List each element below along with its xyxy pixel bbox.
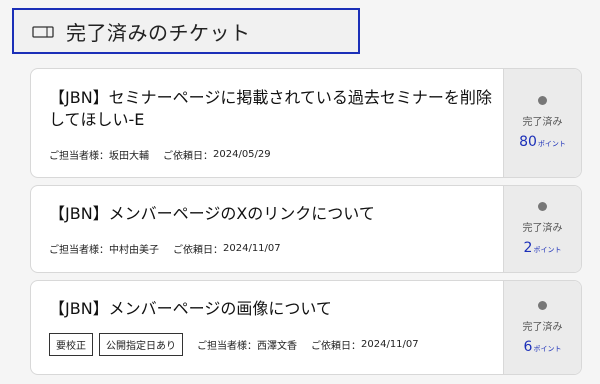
request-date: 2024/11/07 bbox=[223, 243, 281, 254]
ticket-icon bbox=[32, 24, 54, 38]
points-value: 2 bbox=[523, 240, 533, 256]
points-unit: ポイント bbox=[533, 246, 562, 254]
points: 6 ポイント bbox=[524, 339, 562, 355]
request-date-label: ご依頼日： bbox=[311, 341, 361, 352]
assignee-name: 西澤文香 bbox=[257, 341, 297, 352]
points-value: 80 bbox=[519, 134, 537, 150]
assignee-label: ご担当者様： bbox=[49, 245, 109, 256]
assignee-label: ご担当者様： bbox=[49, 151, 109, 162]
assignee-label: ご担当者様： bbox=[197, 341, 257, 352]
assignee-name: 坂田大輔 bbox=[109, 151, 149, 162]
ticket-card[interactable]: 【JBN】メンバーページのXのリンクについて ご担当者様： 中村由美子 ご依頼日… bbox=[30, 185, 582, 273]
ticket-card[interactable]: 【JBN】セミナーページに掲載されている過去セミナーを削除してほしい-E ご担当… bbox=[30, 68, 582, 178]
ticket-main[interactable]: 【JBN】メンバーページの画像について 要校正 公開指定日あり ご担当者様： 西… bbox=[31, 281, 505, 374]
ticket-meta: 要校正 公開指定日あり ご担当者様： 西澤文香 ご依頼日： 2024/11/07 bbox=[49, 333, 419, 356]
ticket-card[interactable]: 【JBN】メンバーページの画像について 要校正 公開指定日あり ご担当者様： 西… bbox=[30, 280, 582, 375]
page-title: 完了済みのチケット bbox=[66, 20, 251, 45]
ticket-meta: ご担当者様： 中村由美子 ご依頼日： 2024/11/07 bbox=[49, 241, 281, 256]
request-date: 2024/11/07 bbox=[361, 339, 419, 350]
request-date: 2024/05/29 bbox=[213, 149, 271, 160]
status-label: 完了済み bbox=[522, 223, 563, 234]
ticket-main[interactable]: 【JBN】メンバーページのXのリンクについて ご担当者様： 中村由美子 ご依頼日… bbox=[31, 186, 505, 272]
request-date-label: ご依頼日： bbox=[173, 245, 223, 256]
points-unit: ポイント bbox=[533, 344, 562, 353]
status-label: 完了済み bbox=[522, 321, 563, 333]
ticket-status-panel: 完了済み 80 ポイント bbox=[503, 69, 581, 177]
status-dot-icon bbox=[538, 96, 547, 105]
status-label: 完了済み bbox=[522, 117, 563, 128]
tag-needs-proofreading: 要校正 bbox=[49, 333, 93, 356]
points-unit: ポイント bbox=[537, 140, 566, 148]
tag-scheduled-publish-date: 公開指定日あり bbox=[99, 333, 183, 356]
points-value: 6 bbox=[523, 338, 533, 355]
ticket-title[interactable]: 【JBN】メンバーページの画像について bbox=[49, 298, 497, 320]
status-dot-icon bbox=[538, 202, 547, 211]
ticket-title[interactable]: 【JBN】メンバーページのXのリンクについて bbox=[49, 203, 497, 225]
ticket-meta: ご担当者様： 坂田大輔 ご依頼日： 2024/05/29 bbox=[49, 147, 271, 162]
ticket-status-panel: 完了済み 2 ポイント bbox=[503, 186, 581, 272]
status-dot-icon bbox=[538, 300, 547, 310]
section-header: 完了済みのチケット bbox=[12, 8, 360, 54]
assignee-name: 中村由美子 bbox=[109, 245, 159, 256]
ticket-main[interactable]: 【JBN】セミナーページに掲載されている過去セミナーを削除してほしい-E ご担当… bbox=[31, 69, 505, 177]
completed-tickets-page: 完了済みのチケット 【JBN】セミナーページに掲載されている過去セミナーを削除し… bbox=[0, 0, 600, 384]
points: 80 ポイント bbox=[519, 134, 566, 150]
request-date-label: ご依頼日： bbox=[163, 151, 213, 162]
points: 2 ポイント bbox=[524, 240, 562, 256]
ticket-status-panel: 完了済み 6 ポイント bbox=[503, 281, 581, 374]
ticket-title[interactable]: 【JBN】セミナーページに掲載されている過去セミナーを削除してほしい-E bbox=[49, 87, 497, 131]
